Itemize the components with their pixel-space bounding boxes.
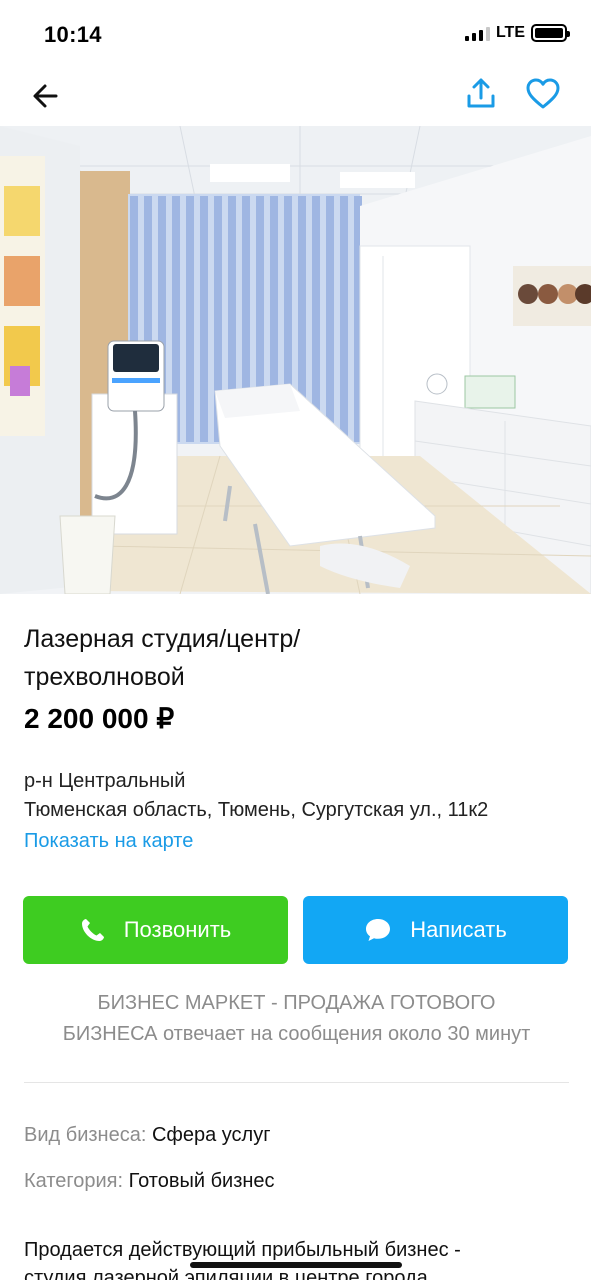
share-button[interactable]: [463, 76, 499, 112]
heart-icon: [526, 78, 560, 109]
room-illustration: [0, 126, 591, 594]
phone-icon: [81, 919, 104, 941]
show-on-map-link[interactable]: Показать на карте: [24, 825, 569, 857]
battery-icon: [531, 24, 570, 42]
status-bar: 10:14 LTE: [0, 0, 591, 66]
status-time: 10:14: [44, 22, 102, 47]
district: р-н Центральный: [24, 770, 186, 792]
contact-actions: Позвонить Написать: [23, 896, 568, 964]
status-indicators: LTE: [464, 24, 570, 42]
nav-bar: [0, 66, 591, 126]
address: Тюменская область, Тюмень, Сургутская ул…: [24, 799, 489, 821]
listing-price: 2 200 000 ₽: [24, 703, 175, 734]
back-button[interactable]: [28, 78, 64, 114]
seller-note-line-1: БИЗНЕС МАРКЕТ - ПРОДАЖА ГОТОВОГО: [97, 992, 496, 1014]
chat-bubble-icon: [366, 919, 391, 941]
share-icon: [467, 78, 495, 108]
divider: [24, 1082, 569, 1083]
seller-note-line-2: БИЗНЕСА отвечает на сообщения около 30 м…: [62, 1023, 531, 1045]
home-indicator[interactable]: [190, 1262, 402, 1268]
network-type: LTE: [495, 24, 525, 41]
signal-icon: [464, 25, 490, 41]
param-key: Категория:: [24, 1170, 124, 1192]
param-value: Сфера услуг: [151, 1124, 271, 1146]
listing-photo[interactable]: [0, 126, 591, 594]
description-line-1: Продается действующий прибыльный бизнес …: [24, 1239, 461, 1261]
param-value: Готовый бизнес: [128, 1170, 275, 1192]
param-key: Вид бизнеса:: [24, 1124, 147, 1146]
write-button[interactable]: Написать: [303, 896, 568, 964]
seller-response-note: БИЗНЕС МАРКЕТ - ПРОДАЖА ГОТОВОГО БИЗНЕСА…: [24, 988, 569, 1050]
listing-title: Лазерная студия/центр/ трехволновой: [24, 620, 569, 696]
call-button[interactable]: Позвонить: [23, 896, 288, 964]
arrow-left-icon: [33, 84, 58, 108]
listing-title-line-2: трехволновой: [24, 663, 185, 691]
param-category: Категория: Готовый бизнес: [24, 1167, 275, 1195]
param-business-type: Вид бизнеса: Сфера услуг: [24, 1121, 271, 1149]
favorite-button[interactable]: [525, 76, 561, 112]
listing-description: Продается действующий прибыльный бизнес …: [24, 1236, 569, 1280]
listing-title-line-1: Лазерная студия/центр/: [24, 625, 301, 653]
call-button-label: Позвонить: [123, 917, 232, 942]
write-button-label: Написать: [410, 917, 507, 942]
listing-details: Лазерная студия/центр/ трехволновой 2 20…: [24, 620, 569, 857]
